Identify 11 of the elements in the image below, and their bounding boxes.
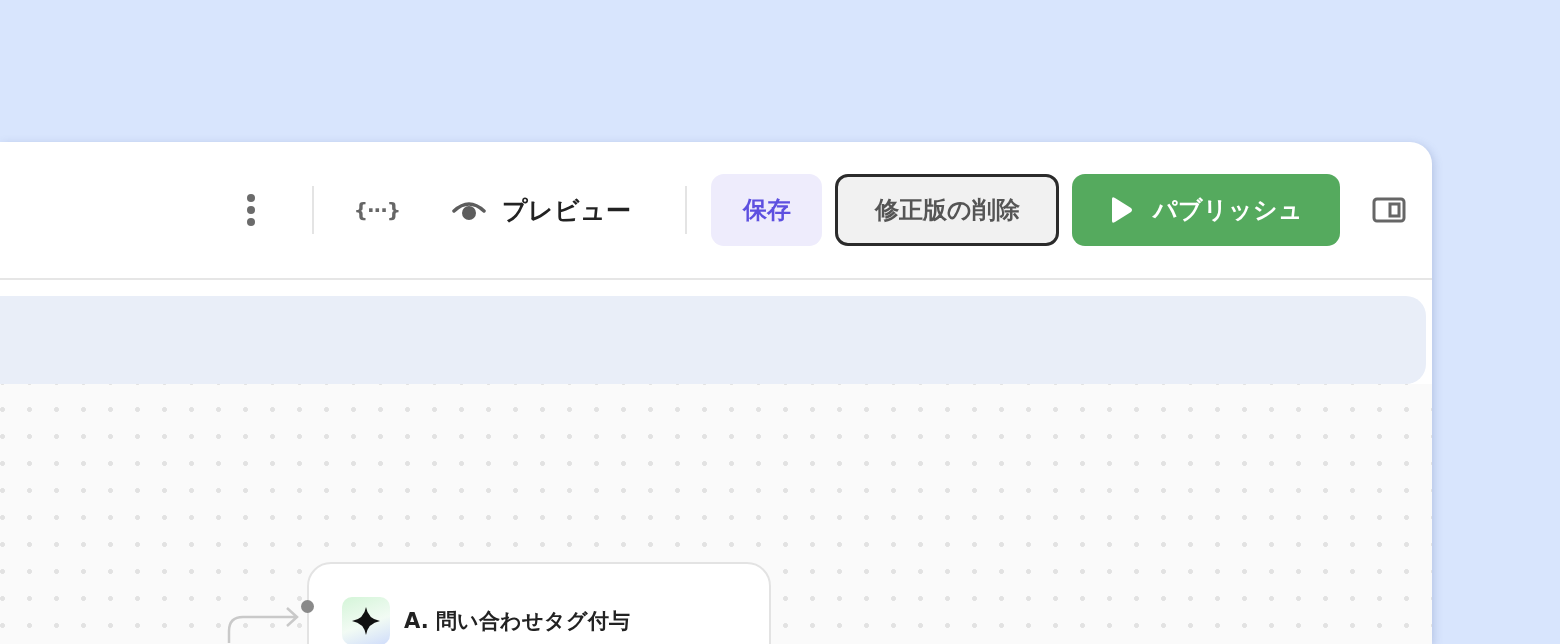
more-icon[interactable]	[245, 193, 256, 227]
eye-icon	[452, 199, 486, 221]
play-icon	[1109, 196, 1133, 224]
delete-revision-button[interactable]: 修正版の削除	[835, 174, 1059, 246]
workflow-node[interactable]: A. 問い合わせタグ付与	[307, 562, 771, 644]
sparkle-icon	[342, 597, 390, 644]
preview-button[interactable]: プレビュー	[452, 193, 631, 227]
node-title: A. 問い合わせタグ付与	[404, 608, 630, 635]
variables-button[interactable]: {···}	[353, 198, 400, 222]
save-button[interactable]: 保存	[711, 174, 822, 246]
panel-toggle-icon[interactable]	[1372, 197, 1406, 223]
